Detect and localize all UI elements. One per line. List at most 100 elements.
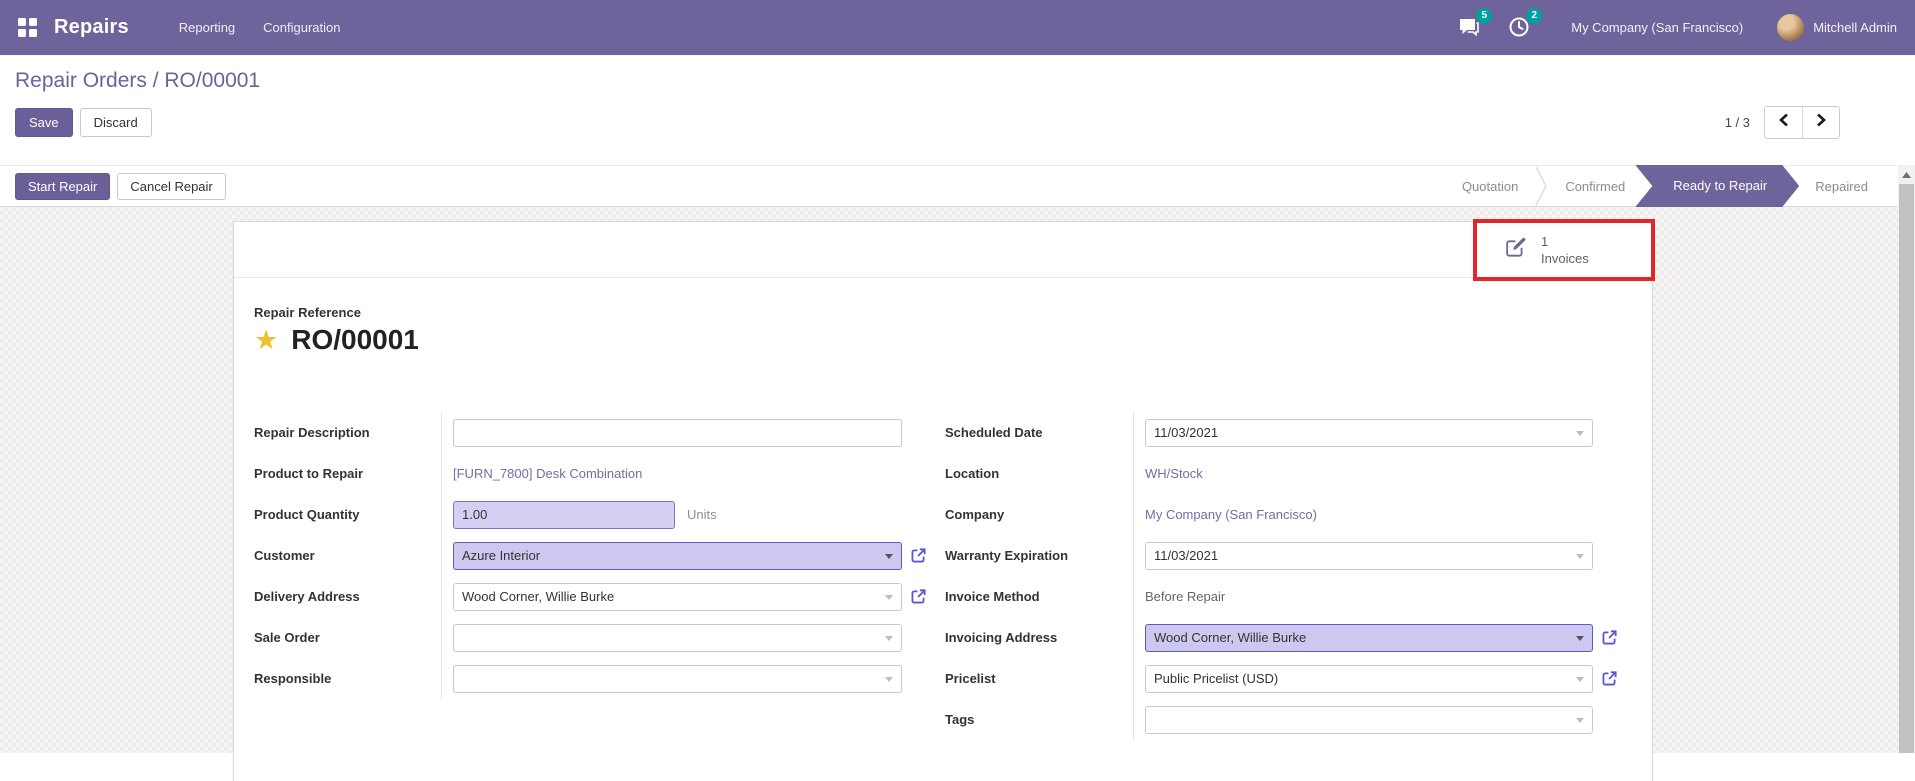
field-label: Location (945, 466, 1000, 481)
pager-previous-button[interactable] (1765, 107, 1802, 138)
discard-button[interactable]: Discard (79, 108, 152, 137)
chevron-down-icon (885, 635, 893, 641)
field-label: Product to Repair (254, 466, 364, 481)
scheduled-date-value: 11/03/2021 (1154, 425, 1219, 440)
tags-select[interactable] (1145, 705, 1593, 734)
triangle-up-icon (1902, 165, 1911, 183)
location-link[interactable]: WH/Stock (1145, 466, 1203, 481)
customer-select[interactable]: Azure Interior (453, 541, 902, 570)
field-label: Responsible (254, 671, 332, 686)
control-panel: Repair Orders / RO/00001 Save Discard 1 … (0, 55, 1915, 165)
field-label: Sale Order (254, 630, 320, 645)
field-label: Delivery Address (254, 589, 360, 604)
warranty-expiration-value: 11/03/2021 (1154, 548, 1219, 563)
user-menu[interactable]: Mitchell Admin (1813, 20, 1897, 35)
messages-badge: 5 (1476, 7, 1493, 24)
statusbar: Start Repair Cancel Repair Quotation Con… (0, 165, 1898, 207)
stage-confirmed[interactable]: Confirmed (1549, 179, 1641, 194)
apps-grid-icon (17, 18, 37, 37)
responsible-select[interactable] (453, 664, 902, 693)
invoice-label: Invoices (1541, 251, 1589, 266)
chevron-down-icon (1576, 676, 1584, 682)
customer-external-link-icon[interactable] (910, 547, 927, 564)
chevron-down-icon (885, 676, 893, 682)
invoices-smart-button[interactable]: 1 Invoices (1476, 222, 1652, 278)
company-switcher[interactable]: My Company (San Francisco) (1571, 20, 1743, 35)
page-title: RO/00001 (291, 324, 419, 355)
chevron-right-icon (1815, 113, 1827, 132)
chevron-down-icon (885, 594, 893, 600)
scroll-up-button[interactable] (1898, 165, 1915, 182)
clock-icon (1507, 17, 1531, 43)
title-block: Repair Reference ★ RO/00001 (254, 305, 1652, 356)
chevron-down-icon (1576, 717, 1584, 723)
activities-button[interactable]: 2 (1507, 7, 1543, 43)
chevron-down-icon (885, 553, 893, 559)
invoicing-address-select[interactable]: Wood Corner, Willie Burke (1145, 623, 1593, 652)
breadcrumb[interactable]: Repair Orders / RO/00001 (15, 69, 1900, 93)
pager: 1 / 3 (1725, 106, 1840, 139)
stage-pipeline: Quotation Confirmed Ready to Repair Repa… (1446, 165, 1884, 207)
pricelist-select[interactable]: Public Pricelist (USD) (1145, 664, 1593, 693)
chevron-left-icon (1778, 113, 1790, 132)
vertical-scrollbar[interactable] (1898, 165, 1915, 753)
field-label: Scheduled Date (945, 425, 1043, 440)
start-repair-button[interactable]: Start Repair (15, 172, 111, 200)
pager-next-button[interactable] (1802, 107, 1839, 138)
favorite-star-icon[interactable]: ★ (254, 326, 278, 354)
invoicing-address-value: Wood Corner, Willie Burke (1154, 630, 1307, 645)
company-link[interactable]: My Company (San Francisco) (1145, 507, 1317, 522)
field-label: Product Quantity (254, 507, 360, 522)
reference-label: Repair Reference (254, 305, 361, 320)
cancel-repair-button[interactable]: Cancel Repair (117, 172, 226, 200)
activities-badge: 2 (1526, 7, 1543, 24)
right-field-group: Scheduled Date 11/03/2021 Location WH/St… (945, 412, 1635, 740)
invoice-count: 1 (1541, 234, 1549, 249)
field-label: Tags (945, 712, 975, 727)
pricelist-value: Public Pricelist (USD) (1154, 671, 1279, 686)
repair-description-input[interactable] (453, 418, 902, 447)
scheduled-date-input[interactable]: 11/03/2021 (1145, 418, 1593, 447)
form-view-container: 1 Invoices Repair Reference ★ RO/00001 R… (0, 207, 1915, 781)
app-title[interactable]: Repairs (54, 16, 129, 39)
invoice-method-value: Before Repair (1145, 589, 1226, 604)
field-label: Warranty Expiration (945, 548, 1069, 563)
chevron-down-icon (1576, 430, 1584, 436)
field-label: Pricelist (945, 671, 996, 686)
delivery-address-select[interactable]: Wood Corner, Willie Burke (453, 582, 902, 611)
menu-configuration[interactable]: Configuration (249, 0, 354, 55)
customer-value: Azure Interior (462, 548, 541, 563)
stage-repaired[interactable]: Repaired (1799, 179, 1884, 194)
field-label: Repair Description (254, 425, 370, 440)
chevron-down-icon (1576, 635, 1584, 641)
pager-count: 1 / 3 (1724, 115, 1750, 130)
chevron-down-icon (1576, 553, 1584, 559)
delivery-address-external-link-icon[interactable] (910, 588, 927, 605)
stage-separator-icon (1534, 165, 1549, 207)
delivery-address-value: Wood Corner, Willie Burke (462, 589, 615, 604)
top-navbar: Repairs Reporting Configuration 5 2 My C… (0, 0, 1915, 55)
stage-ready-to-repair[interactable]: Ready to Repair (1635, 165, 1799, 207)
product-quantity-input[interactable] (453, 500, 675, 529)
button-box: 1 Invoices (234, 219, 1655, 281)
left-field-group: Repair Description Product to Repair [FU… (254, 412, 931, 740)
warranty-expiration-input[interactable]: 11/03/2021 (1145, 541, 1593, 570)
product-to-repair-link[interactable]: [FURN_7800] Desk Combination (453, 466, 642, 481)
save-button[interactable]: Save (15, 108, 73, 137)
apps-menu-button[interactable] (0, 0, 54, 55)
pencil-square-icon (1504, 236, 1527, 264)
invoicing-address-external-link-icon[interactable] (1601, 629, 1618, 646)
form-sheet: 1 Invoices Repair Reference ★ RO/00001 R… (233, 219, 1655, 781)
field-label: Invoicing Address (945, 630, 1058, 645)
sale-order-select[interactable] (453, 623, 902, 652)
scrollbar-thumb[interactable] (1899, 184, 1914, 753)
pricelist-external-link-icon[interactable] (1601, 670, 1618, 687)
field-label: Customer (254, 548, 315, 563)
field-label: Invoice Method (945, 589, 1040, 604)
field-label: Company (945, 507, 1005, 522)
messages-button[interactable]: 5 (1457, 7, 1493, 43)
chat-bubble-icon (1457, 18, 1481, 43)
menu-reporting[interactable]: Reporting (165, 0, 249, 55)
user-avatar[interactable] (1777, 14, 1805, 41)
stage-quotation[interactable]: Quotation (1446, 179, 1534, 194)
